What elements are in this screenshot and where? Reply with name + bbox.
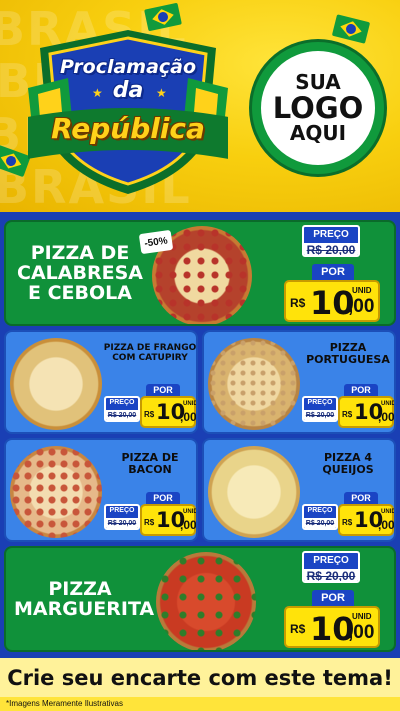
new-price-box: R$ 10 UNID ,00 bbox=[140, 396, 196, 428]
price-currency: R$ bbox=[290, 296, 306, 310]
product-name-line: BACON bbox=[128, 463, 172, 477]
por-label: POR bbox=[312, 264, 354, 280]
title-line-3: República bbox=[51, 112, 205, 145]
new-price-box: R$ 10 UNID ,00 bbox=[338, 396, 394, 428]
price-unit: UNID bbox=[183, 401, 198, 407]
price-currency: R$ bbox=[144, 518, 155, 527]
logo-text-line-3: AQUI bbox=[289, 121, 347, 146]
product-name-line: PORTUGUESA bbox=[306, 353, 390, 367]
product-name-line: E CEBOLA bbox=[28, 281, 132, 304]
old-price-box: PREÇO R$ 20,00 bbox=[104, 504, 140, 530]
por-label: POR bbox=[312, 590, 354, 606]
cta-text: Crie seu encarte com este tema! bbox=[7, 665, 393, 690]
price-unit: UNID bbox=[381, 401, 396, 407]
old-price-label: PREÇO bbox=[307, 399, 333, 406]
product-name: PIZZA MARGUERITA bbox=[14, 578, 155, 620]
product-name: PIZZA 4 QUEIJOS bbox=[300, 451, 394, 477]
old-price-box: PREÇO R$ 20,00 bbox=[302, 551, 360, 583]
pizza-image bbox=[10, 338, 102, 430]
title-line-2: da bbox=[112, 78, 144, 103]
price-currency: R$ bbox=[144, 410, 155, 419]
price-decimal: ,00 bbox=[348, 622, 375, 643]
price-currency: R$ bbox=[342, 410, 353, 419]
new-price-box: R$ 10 UNID ,00 bbox=[140, 504, 196, 536]
logo-text-line-2: LOGO bbox=[272, 90, 364, 125]
header-banner: BRASIL BRASIL BRASIL BRASIL ★ ★ Proclama… bbox=[0, 0, 400, 212]
new-price-box: R$ 10 UNID ,00 bbox=[284, 280, 380, 322]
product-card-portuguesa[interactable]: PIZZA PORTUGUESA POR PREÇO R$ 20,00 R$ 1… bbox=[202, 330, 396, 434]
price-decimal: ,00 bbox=[180, 410, 197, 424]
brazil-flag-icon bbox=[331, 14, 371, 44]
new-price-box: R$ 10 UNID ,00 bbox=[338, 504, 394, 536]
por-label: POR bbox=[146, 492, 180, 504]
old-price-box: PREÇO R$ 20,00 bbox=[302, 396, 338, 422]
logo-text-line-1: SUA bbox=[295, 69, 341, 94]
old-price-box: PREÇO R$ 20,00 bbox=[302, 225, 360, 257]
disclaimer: *Imagens Meramente Ilustrativas bbox=[0, 697, 400, 711]
product-name-line: PIZZA DE bbox=[30, 242, 130, 264]
por-label: POR bbox=[146, 384, 180, 396]
por-label: POR bbox=[344, 384, 378, 396]
price-unit: UNID bbox=[381, 509, 396, 515]
old-price: R$ 20,00 bbox=[106, 410, 138, 420]
pizza-image bbox=[208, 338, 300, 430]
price-currency: R$ bbox=[342, 518, 353, 527]
pizza-image bbox=[156, 552, 256, 650]
product-name: PIZZA DE CALABRESA E CEBOLA bbox=[14, 242, 146, 304]
price-unit: UNID bbox=[352, 286, 372, 295]
price-unit: UNID bbox=[183, 509, 198, 515]
old-price: R$ 20,00 bbox=[304, 569, 358, 581]
title-line-1: Proclamação bbox=[59, 56, 197, 78]
price-decimal: ,00 bbox=[180, 518, 197, 532]
product-card-queijos[interactable]: PIZZA 4 QUEIJOS POR PREÇO R$ 20,00 R$ 10… bbox=[202, 438, 396, 542]
por-label: POR bbox=[344, 492, 378, 504]
price-unit: UNID bbox=[352, 612, 372, 621]
logo-placeholder[interactable]: SUA LOGO AQUI bbox=[252, 42, 384, 174]
product-name-line: CALABRESA bbox=[17, 261, 143, 284]
product-name-line: PIZZA bbox=[48, 578, 112, 600]
cta-banner[interactable]: Crie seu encarte com este tema! bbox=[0, 655, 400, 697]
new-price-box: R$ 10 UNID ,00 bbox=[284, 606, 380, 648]
old-price-label: PREÇO bbox=[313, 555, 349, 566]
old-price: R$ 20,00 bbox=[304, 410, 336, 420]
price-decimal: ,00 bbox=[348, 296, 375, 317]
old-price-label: PREÇO bbox=[109, 507, 135, 514]
price-decimal: ,00 bbox=[378, 410, 395, 424]
old-price-label: PREÇO bbox=[313, 229, 349, 240]
old-price-box: PREÇO R$ 20,00 bbox=[302, 504, 338, 530]
product-name: PIZZA DE BACON bbox=[102, 451, 196, 477]
old-price-label: PREÇO bbox=[109, 399, 135, 406]
old-price-box: PREÇO R$ 20,00 bbox=[104, 396, 140, 422]
old-price: R$ 20,00 bbox=[304, 243, 358, 255]
old-price: R$ 20,00 bbox=[106, 518, 138, 528]
pizza-image bbox=[208, 446, 300, 538]
pizza-image bbox=[10, 446, 102, 538]
price-currency: R$ bbox=[290, 622, 306, 636]
product-name: PIZZA PORTUGUESA bbox=[300, 341, 394, 367]
product-card-bacon[interactable]: PIZZA DE BACON POR PREÇO R$ 20,00 R$ 10 … bbox=[4, 438, 198, 542]
product-name: PIZZA DE FRANGO COM CATUPIRY bbox=[102, 343, 196, 364]
old-price-label: PREÇO bbox=[307, 507, 333, 514]
price-decimal: ,00 bbox=[378, 518, 395, 532]
old-price: R$ 20,00 bbox=[304, 518, 336, 528]
product-name-line: QUEIJOS bbox=[322, 463, 374, 477]
product-card-marguerita[interactable]: PIZZA MARGUERITA PREÇO R$ 20,00 POR R$ 1… bbox=[4, 546, 396, 652]
product-card-calabresa[interactable]: PIZZA DE CALABRESA E CEBOLA -50% PREÇO R… bbox=[4, 220, 396, 326]
product-name-line: MARGUERITA bbox=[14, 597, 155, 620]
product-card-frango[interactable]: PIZZA DE FRANGO COM CATUPIRY POR PREÇO R… bbox=[4, 330, 198, 434]
product-name-line: COM CATUPIRY bbox=[112, 352, 188, 363]
